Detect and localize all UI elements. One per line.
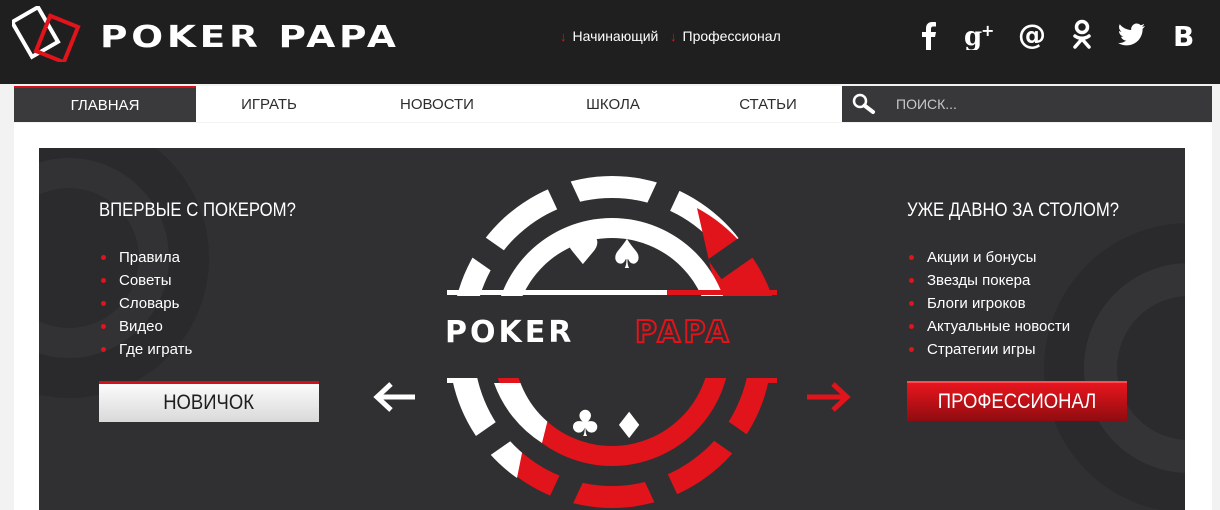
search-icon[interactable] [852,93,876,115]
nav-item-articles[interactable]: СТАТЬИ [702,86,834,122]
google-plus-icon[interactable]: g + [964,18,998,52]
svg-text:@: @ [1018,20,1046,50]
svg-text:♠: ♠ [609,232,645,278]
logo-word-papa: PAPA [635,315,732,350]
link-beginner-label: Начинающий [572,28,659,44]
search-input[interactable] [896,92,1196,116]
svg-text:B: B [1173,20,1194,50]
arrow-left-icon[interactable] [371,380,417,414]
list-item[interactable]: Правила [99,246,192,269]
nav-item-school[interactable]: ШКОЛА [540,86,686,122]
novice-button[interactable]: НОВИЧОК [99,381,319,422]
link-professional-label: Профессионал [682,28,781,44]
logo-word-poker: POKER [445,315,574,350]
poker-chip-logo: ♥ ♠ POKER PAPA ♣ ♦ [445,176,777,510]
twitter-icon[interactable] [1118,18,1146,52]
logo-mark-icon [9,4,81,65]
arrow-down-icon: ↓ [560,28,567,44]
svg-text:♦: ♦ [613,406,645,447]
svg-text:♣: ♣ [569,404,601,445]
site-header: POKER PAPA ↓ Начинающий ↓ Профессионал g… [0,0,1220,84]
list-item[interactable]: Словарь [99,292,192,315]
list-item[interactable]: Советы [99,269,192,292]
right-column-title: УЖЕ ДАВНО ЗА СТОЛОМ? [907,200,1120,221]
novice-button-label: НОВИЧОК [163,391,255,414]
arrow-right-icon[interactable] [805,380,853,414]
odnoklassniki-icon[interactable] [1068,18,1096,52]
list-item[interactable]: Стратегии игры [907,338,1070,361]
list-item[interactable]: Актуальные новости [907,315,1070,338]
nav-item-play[interactable]: ИГРАТЬ [196,86,342,122]
svg-text:+: + [981,21,994,40]
left-column-title: ВПЕРВЫЕ С ПОКЕРОМ? [99,200,296,221]
list-item[interactable]: Блоги игроков [907,292,1070,315]
link-professional[interactable]: ↓ Профессионал [670,28,781,44]
list-item[interactable]: Звезды покера [907,269,1070,292]
vk-icon[interactable]: B [1170,18,1198,52]
search-box [842,86,1212,122]
pro-links-list: Акции и бонусы Звезды покера Блоги игрок… [907,246,1070,361]
svg-text:g: g [964,22,982,50]
facebook-icon[interactable] [914,18,942,52]
professional-button-label: ПРОФЕССИОНАЛ [937,390,1097,413]
mail-at-icon[interactable]: @ [1018,18,1046,52]
nav-item-news[interactable]: НОВОСТИ [362,86,512,122]
svg-text:♥: ♥ [565,228,601,274]
main-nav: ГЛАВНАЯ ИГРАТЬ НОВОСТИ ШКОЛА СТАТЬИ [14,86,1212,122]
list-item[interactable]: Где играть [99,338,192,361]
site-logo[interactable]: POKER PAPA [9,4,412,65]
link-beginner[interactable]: ↓ Начинающий [560,28,658,44]
nav-item-home[interactable]: ГЛАВНАЯ [14,86,196,122]
hero-banner: ВПЕРВЫЕ С ПОКЕРОМ? Правила Советы Словар… [39,148,1185,510]
arrow-down-icon: ↓ [670,28,677,44]
list-item[interactable]: Видео [99,315,192,338]
brand-name: POKER PAPA [100,20,400,55]
professional-button[interactable]: ПРОФЕССИОНАЛ [907,381,1127,421]
beginner-links-list: Правила Советы Словарь Видео Где играть [99,246,192,361]
list-item[interactable]: Акции и бонусы [907,246,1070,269]
